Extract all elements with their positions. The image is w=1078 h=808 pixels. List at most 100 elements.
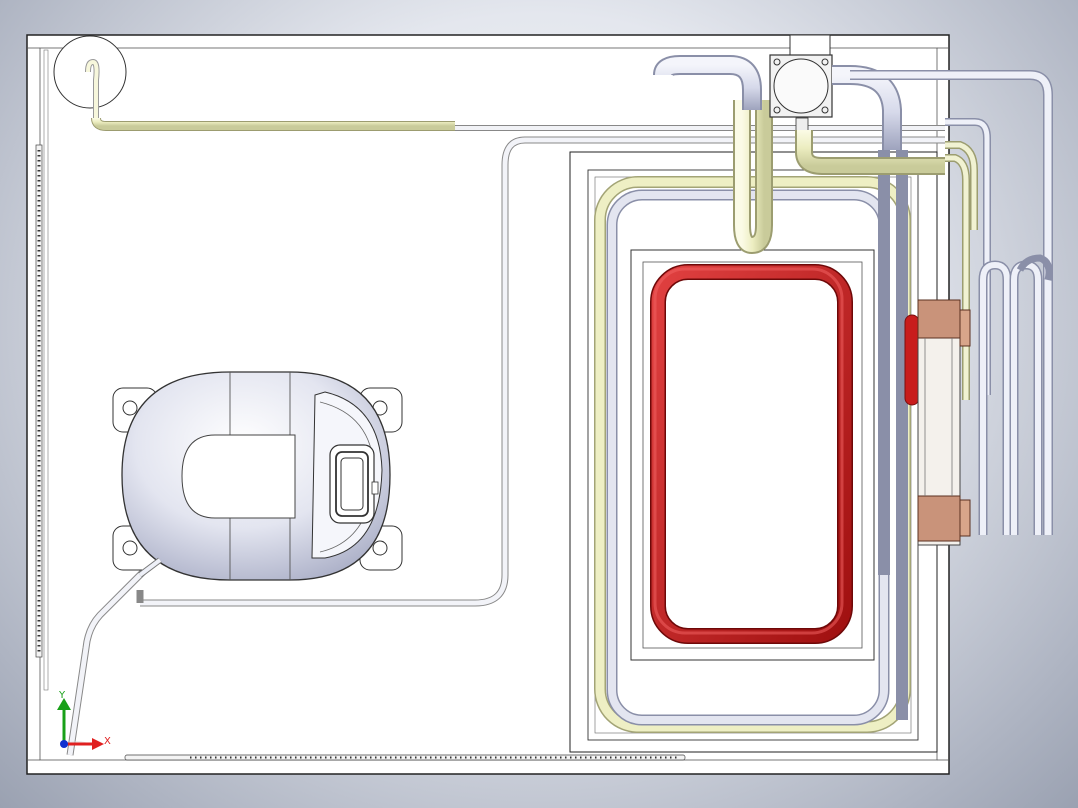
vent-slot: [37, 300, 41, 302]
vent-slot: [360, 756, 362, 759]
vent-slot: [37, 620, 41, 622]
vent-slot: [37, 495, 41, 497]
vent-slot: [530, 756, 532, 759]
vent-slot: [520, 756, 522, 759]
vent-slot: [475, 756, 477, 759]
vent-slot: [660, 756, 662, 759]
vent-slot: [37, 320, 41, 322]
vent-slot: [380, 756, 382, 759]
vent-slot: [37, 315, 41, 317]
vent-slot: [37, 560, 41, 562]
vent-slot: [470, 756, 472, 759]
vent-slot: [37, 505, 41, 507]
vent-slot: [610, 756, 612, 759]
vent-slot: [270, 756, 272, 759]
vent-slot: [620, 756, 622, 759]
vent-slot: [425, 756, 427, 759]
vent-slot: [37, 510, 41, 512]
vent-slot: [37, 185, 41, 187]
vent-slot: [465, 756, 467, 759]
vent-slot: [37, 630, 41, 632]
vent-slot: [37, 555, 41, 557]
cad-viewport[interactable]: Y X: [0, 0, 1078, 808]
vent-slot: [37, 635, 41, 637]
vent-slot: [455, 756, 457, 759]
vent-slot: [505, 756, 507, 759]
vent-slot: [37, 590, 41, 592]
vent-slot: [37, 530, 41, 532]
vent-slot: [615, 756, 617, 759]
origin-dot: [60, 740, 68, 748]
vent-slot: [37, 290, 41, 292]
vent-slot: [570, 756, 572, 759]
vent-slot: [37, 270, 41, 272]
vent-slot: [37, 360, 41, 362]
vent-slot: [515, 756, 517, 759]
vent-slot: [340, 756, 342, 759]
vent-slot: [225, 756, 227, 759]
vent-slot: [315, 756, 317, 759]
vent-slot: [580, 756, 582, 759]
vent-slot: [575, 756, 577, 759]
vent-slot: [37, 550, 41, 552]
vent-slot: [650, 756, 652, 759]
vent-slot: [645, 756, 647, 759]
vent-slot: [37, 435, 41, 437]
vent-slot: [37, 460, 41, 462]
vent-slot: [37, 285, 41, 287]
vent-slot: [245, 756, 247, 759]
vent-slot: [230, 756, 232, 759]
vent-slot: [37, 485, 41, 487]
vent-slot: [430, 756, 432, 759]
vent-slot: [37, 265, 41, 267]
vent-slot: [37, 425, 41, 427]
vent-slot: [370, 756, 372, 759]
vent-slot: [37, 365, 41, 367]
vent-slot: [37, 275, 41, 277]
vent-slot: [37, 215, 41, 217]
vent-slot: [37, 440, 41, 442]
vent-slot: [37, 515, 41, 517]
vent-slot: [355, 756, 357, 759]
vent-slot: [37, 195, 41, 197]
vent-slot: [350, 756, 352, 759]
vent-slot: [37, 475, 41, 477]
vent-slot: [285, 756, 287, 759]
vent-slot: [37, 295, 41, 297]
vent-slot: [655, 756, 657, 759]
vent-slot: [37, 375, 41, 377]
vent-slot: [37, 465, 41, 467]
vent-slot: [345, 756, 347, 759]
vent-slot: [295, 756, 297, 759]
vent-slot: [550, 756, 552, 759]
vent-slot: [37, 570, 41, 572]
vent-slot: [595, 756, 597, 759]
vent-slot: [590, 756, 592, 759]
vent-slot: [260, 756, 262, 759]
vent-slot: [37, 370, 41, 372]
vent-slot: [37, 540, 41, 542]
vent-slot: [37, 225, 41, 227]
vent-slot: [535, 756, 537, 759]
vent-slot: [37, 235, 41, 237]
compressor[interactable]: [112, 371, 403, 581]
vent-slot: [405, 756, 407, 759]
vent-slot: [395, 756, 397, 759]
vent-slot: [37, 395, 41, 397]
vent-slot: [265, 756, 267, 759]
vent-slot: [37, 450, 41, 452]
vent-slot: [375, 756, 377, 759]
vent-slot: [37, 155, 41, 157]
vent-slot: [205, 756, 207, 759]
vent-slot: [275, 756, 277, 759]
vent-slot: [675, 756, 677, 759]
vent-slot: [215, 756, 217, 759]
terminal-box[interactable]: [329, 444, 379, 524]
vent-slot: [37, 610, 41, 612]
vent-slot: [255, 756, 257, 759]
y-axis-label: Y: [58, 690, 66, 701]
vent-slot: [37, 310, 41, 312]
vent-slot: [37, 650, 41, 652]
vent-slot: [37, 390, 41, 392]
vent-slot: [37, 545, 41, 547]
